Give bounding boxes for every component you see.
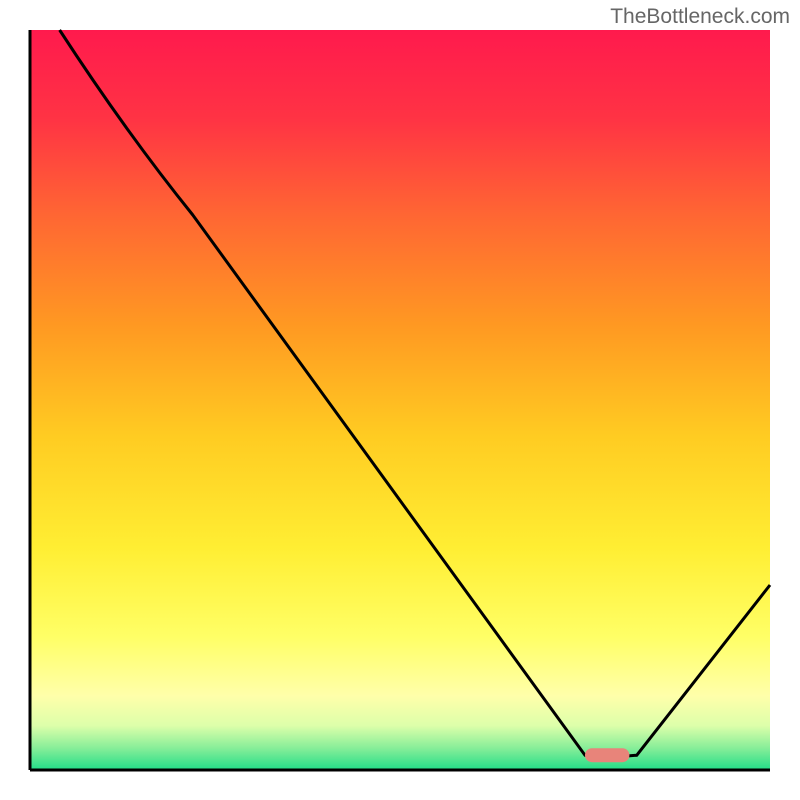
plot-background	[30, 30, 770, 770]
chart-svg	[0, 0, 800, 800]
chart-container: TheBottleneck.com	[0, 0, 800, 800]
optimal-marker	[585, 748, 629, 762]
watermark-text: TheBottleneck.com	[610, 5, 790, 29]
